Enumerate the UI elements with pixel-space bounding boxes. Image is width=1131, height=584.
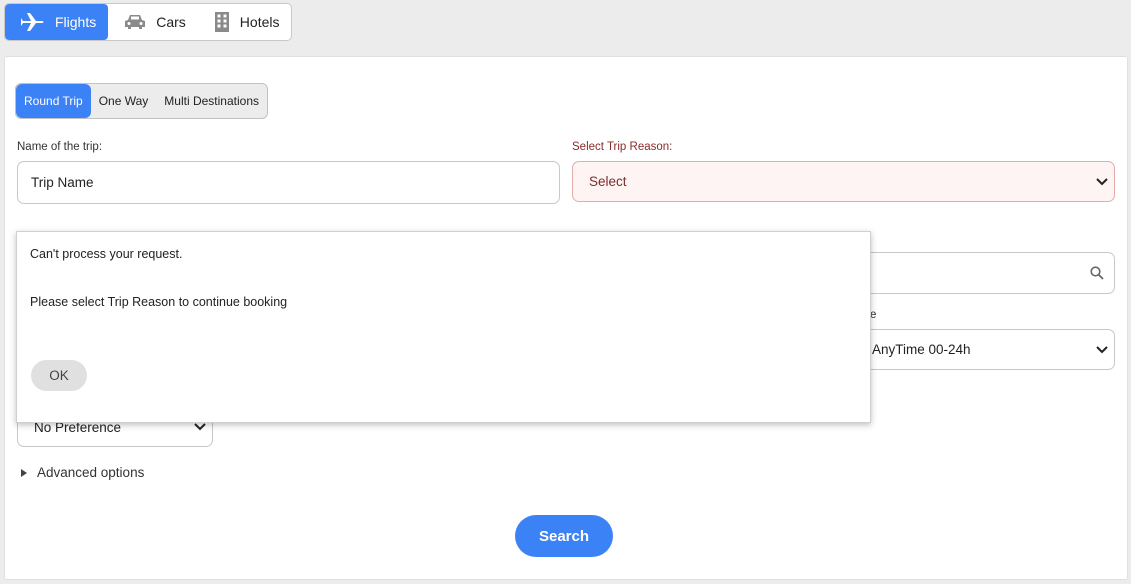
tab-flights[interactable]: Flights	[5, 4, 109, 40]
trip-type-selector: Round Trip One Way Multi Destinations	[15, 83, 268, 119]
trip-name-input[interactable]: Trip Name	[17, 161, 560, 204]
search-icon	[1090, 266, 1104, 280]
trip-name-value: Trip Name	[31, 175, 94, 190]
chevron-down-icon	[1096, 177, 1108, 185]
trip-reason-select[interactable]: Select	[572, 161, 1115, 202]
time-select-value: AnyTime 00-24h	[872, 342, 971, 357]
error-dialog: Can't process your request. Please selec…	[16, 231, 871, 423]
chevron-down-icon	[1096, 345, 1108, 353]
multi-destinations-button[interactable]: Multi Destinations	[156, 84, 267, 118]
advanced-options-label: Advanced options	[37, 465, 145, 480]
chevron-down-icon	[194, 423, 206, 431]
tab-flights-label: Flights	[55, 14, 97, 30]
product-tabs: Flights Cars Hotels	[4, 3, 293, 41]
tab-cars[interactable]: Cars	[108, 4, 198, 40]
building-icon	[214, 12, 230, 32]
tab-hotels-label: Hotels	[239, 14, 280, 30]
advanced-options-toggle[interactable]: Advanced options	[21, 465, 144, 480]
dialog-message: Please select Trip Reason to continue bo…	[30, 295, 288, 309]
car-icon	[124, 14, 146, 30]
trip-reason-label: Select Trip Reason:	[572, 141, 673, 153]
ok-button[interactable]: OK	[31, 360, 87, 391]
one-way-button[interactable]: One Way	[91, 84, 157, 118]
search-button[interactable]: Search	[515, 515, 613, 557]
tab-cars-label: Cars	[156, 14, 186, 30]
trip-name-label: Name of the trip:	[17, 141, 103, 153]
trip-reason-value: Select	[589, 174, 627, 189]
dialog-title: Can't process your request.	[30, 247, 183, 261]
plane-icon	[21, 12, 45, 32]
round-trip-button[interactable]: Round Trip	[16, 84, 91, 118]
caret-right-icon	[21, 468, 27, 477]
tab-hotels[interactable]: Hotels	[198, 4, 292, 40]
